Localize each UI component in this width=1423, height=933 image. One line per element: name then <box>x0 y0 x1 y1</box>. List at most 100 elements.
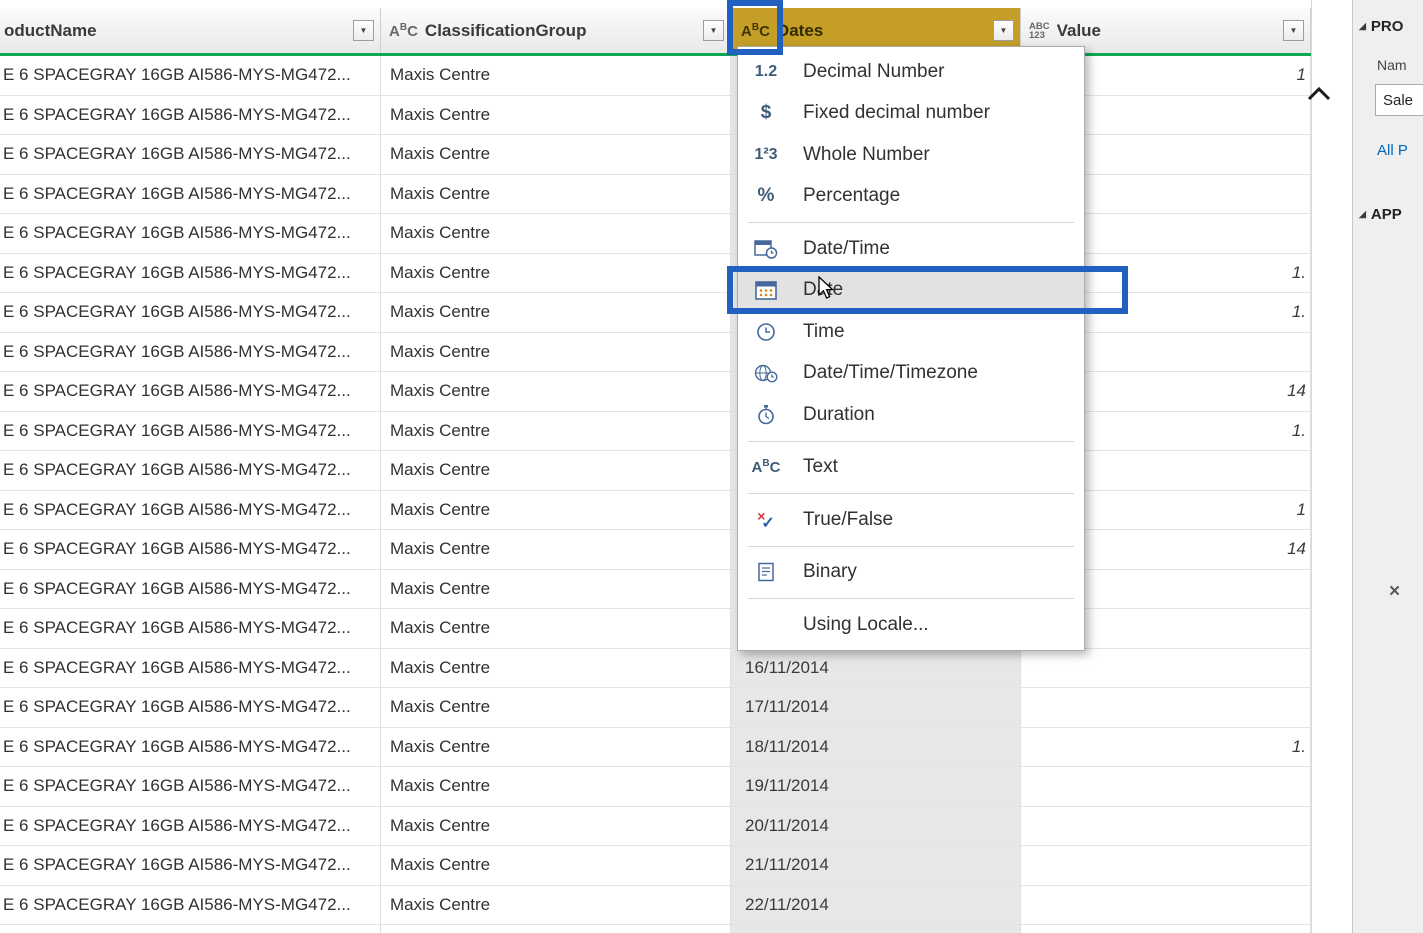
cell-classificationgroup[interactable]: Maxis Centre <box>381 332 731 371</box>
delete-step-icon[interactable]: × <box>1389 582 1400 601</box>
scroll-up-arrow-icon[interactable] <box>1306 85 1332 103</box>
cell-productname[interactable]: E 6 SPACEGRAY 16GB AI586-MYS-MG472... <box>0 214 381 253</box>
cell-classificationgroup[interactable]: Maxis Centre <box>381 411 731 450</box>
menu-item-fixed-decimal[interactable]: $ Fixed decimal number <box>738 93 1084 135</box>
cell-classificationgroup[interactable]: Maxis Centre <box>381 372 731 411</box>
menu-item-datetime[interactable]: Date/Time <box>738 228 1084 270</box>
cell-productname[interactable]: E 6 SPACEGRAY 16GB AI586-MYS-MG472... <box>0 846 381 885</box>
dates-filter-button[interactable]: ▼ <box>993 20 1014 41</box>
cell-classificationgroup[interactable]: Maxis Centre <box>381 806 731 845</box>
cell-value[interactable] <box>1021 925 1311 933</box>
cell-productname[interactable]: E 6 SPACEGRAY 16GB AI586-MYS-MG472... <box>0 95 381 134</box>
table-row: E 6 SPACEGRAY 16GB AI586-MYS-MG472... Ma… <box>0 530 1311 570</box>
classificationgroup-filter-button[interactable]: ▼ <box>703 20 724 41</box>
cell-dates[interactable]: 21/11/2014 <box>731 846 1021 885</box>
cell-productname[interactable]: E 6 SPACEGRAY 16GB AI586-MYS-MG472... <box>0 925 381 933</box>
table-vertical-scrollbar[interactable] <box>1311 0 1352 933</box>
cell-productname[interactable]: E 6 SPACEGRAY 16GB AI586-MYS-MG472... <box>0 688 381 727</box>
cell-productname[interactable]: E 6 SPACEGRAY 16GB AI586-MYS-MG472... <box>0 648 381 687</box>
applied-steps-section-header[interactable]: ◢ APP <box>1359 206 1402 223</box>
menu-item-whole-number[interactable]: 1²3 Whole Number <box>738 134 1084 176</box>
cell-value[interactable] <box>1021 767 1311 806</box>
value-filter-button[interactable]: ▼ <box>1283 20 1304 41</box>
column-header-productname[interactable]: oductName ▼ <box>0 8 381 53</box>
cell-productname[interactable]: E 6 SPACEGRAY 16GB AI586-MYS-MG472... <box>0 885 381 924</box>
cell-classificationgroup[interactable]: Maxis Centre <box>381 648 731 687</box>
menu-item-time[interactable]: Time <box>738 311 1084 353</box>
cell-classificationgroup[interactable]: Maxis Centre <box>381 609 731 648</box>
cell-classificationgroup[interactable]: Maxis Centre <box>381 767 731 806</box>
menu-item-truefalse[interactable]: × ✓ True/False <box>738 499 1084 541</box>
cell-productname[interactable]: E 6 SPACEGRAY 16GB AI586-MYS-MG472... <box>0 806 381 845</box>
table-header-row: oductName ▼ ABC ClassificationGroup ▼ AB… <box>0 8 1311 53</box>
all-properties-link[interactable]: All P <box>1377 142 1408 159</box>
table-row: E 6 SPACEGRAY 16GB AI586-MYS-MG472... Ma… <box>0 569 1311 609</box>
cell-dates[interactable]: 22/11/2014 <box>731 885 1021 924</box>
cell-productname[interactable]: E 6 SPACEGRAY 16GB AI586-MYS-MG472... <box>0 253 381 292</box>
properties-section-header[interactable]: ◢ PRO <box>1359 18 1403 35</box>
cell-productname[interactable]: E 6 SPACEGRAY 16GB AI586-MYS-MG472... <box>0 411 381 450</box>
cell-classificationgroup[interactable]: Maxis Centre <box>381 174 731 213</box>
cell-value[interactable] <box>1021 885 1311 924</box>
cell-classificationgroup[interactable]: Maxis Centre <box>381 885 731 924</box>
cell-classificationgroup[interactable]: Maxis Centre <box>381 569 731 608</box>
menu-item-decimal-number[interactable]: 1.2 Decimal Number <box>738 51 1084 93</box>
cell-productname[interactable]: E 6 SPACEGRAY 16GB AI586-MYS-MG472... <box>0 332 381 371</box>
menu-item-percentage[interactable]: % Percentage <box>738 176 1084 218</box>
text-type-icon-dates[interactable]: ABC <box>741 22 770 40</box>
filter-dropdown-icon: ▼ <box>1289 25 1298 35</box>
cell-classificationgroup[interactable]: Maxis Centre <box>381 846 731 885</box>
cell-dates[interactable]: 20/11/2014 <box>731 806 1021 845</box>
cell-classificationgroup[interactable]: Maxis Centre <box>381 56 731 95</box>
cell-value[interactable]: 1. <box>1021 727 1311 766</box>
cell-productname[interactable]: E 6 SPACEGRAY 16GB AI586-MYS-MG472... <box>0 490 381 529</box>
cell-value[interactable] <box>1021 846 1311 885</box>
cell-productname[interactable]: E 6 SPACEGRAY 16GB AI586-MYS-MG472... <box>0 372 381 411</box>
cell-classificationgroup[interactable]: Maxis Centre <box>381 530 731 569</box>
cell-dates[interactable]: 17/11/2014 <box>731 688 1021 727</box>
menu-item-date[interactable]: Date <box>738 269 1084 311</box>
cell-classificationgroup[interactable]: Maxis Centre <box>381 135 731 174</box>
cell-classificationgroup[interactable]: Maxis Centre <box>381 727 731 766</box>
timezone-icon <box>746 363 786 383</box>
table-row: E 6 SPACEGRAY 16GB AI586-MYS-MG472... Ma… <box>0 727 1311 767</box>
productname-filter-button[interactable]: ▼ <box>353 20 374 41</box>
menu-item-text[interactable]: ABC Text <box>738 447 1084 489</box>
table-row: E 6 SPACEGRAY 16GB AI586-MYS-MG472... Ma… <box>0 214 1311 254</box>
cell-dates[interactable]: 23/11/2014 <box>731 925 1021 933</box>
cell-value[interactable] <box>1021 648 1311 687</box>
cell-classificationgroup[interactable]: Maxis Centre <box>381 95 731 134</box>
currency-icon: $ <box>760 102 772 124</box>
cell-productname[interactable]: E 6 SPACEGRAY 16GB AI586-MYS-MG472... <box>0 293 381 332</box>
cell-productname[interactable]: E 6 SPACEGRAY 16GB AI586-MYS-MG472... <box>0 135 381 174</box>
cell-classificationgroup[interactable]: Maxis Centre <box>381 253 731 292</box>
menu-separator <box>748 493 1074 494</box>
cell-value[interactable] <box>1021 806 1311 845</box>
cell-dates[interactable]: 19/11/2014 <box>731 767 1021 806</box>
cell-classificationgroup[interactable]: Maxis Centre <box>381 293 731 332</box>
cell-productname[interactable]: E 6 SPACEGRAY 16GB AI586-MYS-MG472... <box>0 451 381 490</box>
cell-value[interactable] <box>1021 688 1311 727</box>
cell-productname[interactable]: E 6 SPACEGRAY 16GB AI586-MYS-MG472... <box>0 569 381 608</box>
column-header-classificationgroup[interactable]: ABC ClassificationGroup ▼ <box>381 8 731 53</box>
menu-item-using-locale[interactable]: Using Locale... <box>738 604 1084 646</box>
menu-item-datetimetimezone[interactable]: Date/Time/Timezone <box>738 353 1084 395</box>
cell-productname[interactable]: E 6 SPACEGRAY 16GB AI586-MYS-MG472... <box>0 174 381 213</box>
cell-classificationgroup[interactable]: Maxis Centre <box>381 214 731 253</box>
query-name-input[interactable] <box>1375 84 1423 116</box>
menu-item-binary[interactable]: Binary <box>738 552 1084 594</box>
cell-productname[interactable]: E 6 SPACEGRAY 16GB AI586-MYS-MG472... <box>0 530 381 569</box>
cell-dates[interactable]: 16/11/2014 <box>731 648 1021 687</box>
cell-classificationgroup[interactable]: Maxis Centre <box>381 688 731 727</box>
cell-dates[interactable]: 18/11/2014 <box>731 727 1021 766</box>
cell-classificationgroup[interactable]: Maxis Centre <box>381 925 731 933</box>
cell-productname[interactable]: E 6 SPACEGRAY 16GB AI586-MYS-MG472... <box>0 56 381 95</box>
cell-classificationgroup[interactable]: Maxis Centre <box>381 490 731 529</box>
menu-separator <box>748 222 1074 223</box>
menu-item-duration[interactable]: Duration <box>738 394 1084 436</box>
cell-productname[interactable]: E 6 SPACEGRAY 16GB AI586-MYS-MG472... <box>0 727 381 766</box>
table-row: E 6 SPACEGRAY 16GB AI586-MYS-MG472... Ma… <box>0 490 1311 530</box>
cell-productname[interactable]: E 6 SPACEGRAY 16GB AI586-MYS-MG472... <box>0 609 381 648</box>
cell-productname[interactable]: E 6 SPACEGRAY 16GB AI586-MYS-MG472... <box>0 767 381 806</box>
cell-classificationgroup[interactable]: Maxis Centre <box>381 451 731 490</box>
